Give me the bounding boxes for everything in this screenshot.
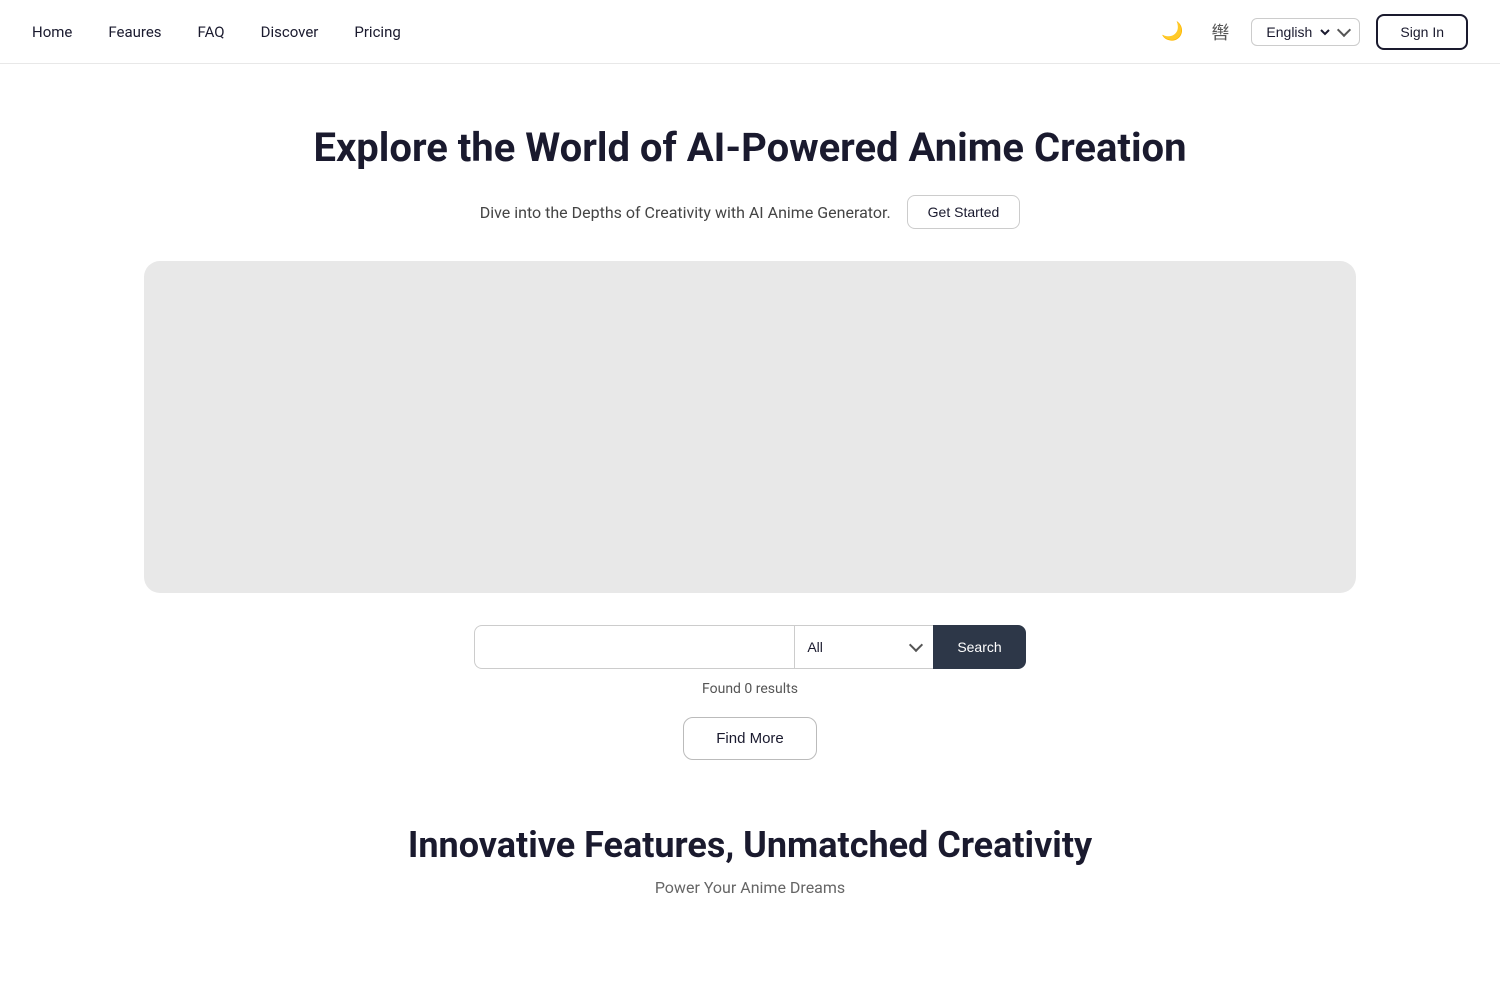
category-chevron-icon — [909, 638, 923, 652]
find-more-section: Find More — [0, 717, 1500, 760]
hero-subtitle: Dive into the Depths of Creativity with … — [480, 203, 891, 222]
nav-pricing[interactable]: Pricing — [354, 23, 400, 41]
nav-faq[interactable]: FAQ — [198, 23, 225, 41]
get-started-button[interactable]: Get Started — [907, 195, 1021, 229]
search-button[interactable]: Search — [933, 625, 1025, 669]
nav-links: Home Feaures FAQ Discover Pricing — [32, 23, 401, 41]
sign-in-button[interactable]: Sign In — [1376, 14, 1468, 50]
banner-image-area — [144, 261, 1356, 593]
category-select-wrapper: All Characters Backgrounds Scenes — [794, 625, 933, 669]
search-section: All Characters Backgrounds Scenes Search… — [0, 625, 1500, 697]
moon-icon: 🌙 — [1161, 21, 1183, 42]
features-section: Innovative Features, Unmatched Creativit… — [0, 824, 1500, 897]
hero-subtitle-row: Dive into the Depths of Creativity with … — [32, 195, 1468, 229]
language-dropdown[interactable]: English 日本語 中文 한국어 Español — [1262, 23, 1333, 41]
nav-discover[interactable]: Discover — [261, 23, 319, 41]
features-subtitle: Power Your Anime Dreams — [32, 878, 1468, 897]
search-results-text: Found 0 results — [702, 681, 798, 697]
hero-section: Explore the World of AI-Powered Anime Cr… — [0, 64, 1500, 229]
features-title: Innovative Features, Unmatched Creativit… — [32, 824, 1468, 866]
nav-features[interactable]: Feaures — [108, 23, 161, 41]
navbar: Home Feaures FAQ Discover Pricing 🌙 辔 En… — [0, 0, 1500, 64]
category-dropdown[interactable]: All Characters Backgrounds Scenes — [807, 639, 905, 655]
translate-button[interactable]: 辔 — [1205, 13, 1235, 51]
language-selector[interactable]: English 日本語 中文 한국어 Español — [1251, 18, 1360, 46]
hero-title: Explore the World of AI-Powered Anime Cr… — [32, 124, 1468, 171]
find-more-button[interactable]: Find More — [683, 717, 817, 760]
search-input[interactable] — [474, 625, 794, 669]
chevron-down-icon — [1337, 22, 1351, 36]
nav-right-controls: 🌙 辔 English 日本語 中文 한국어 Español Sign In — [1155, 13, 1468, 51]
search-row: All Characters Backgrounds Scenes Search — [474, 625, 1025, 669]
translate-icon: 辔 — [1211, 19, 1229, 45]
nav-home[interactable]: Home — [32, 23, 72, 41]
dark-mode-toggle[interactable]: 🌙 — [1155, 15, 1189, 48]
